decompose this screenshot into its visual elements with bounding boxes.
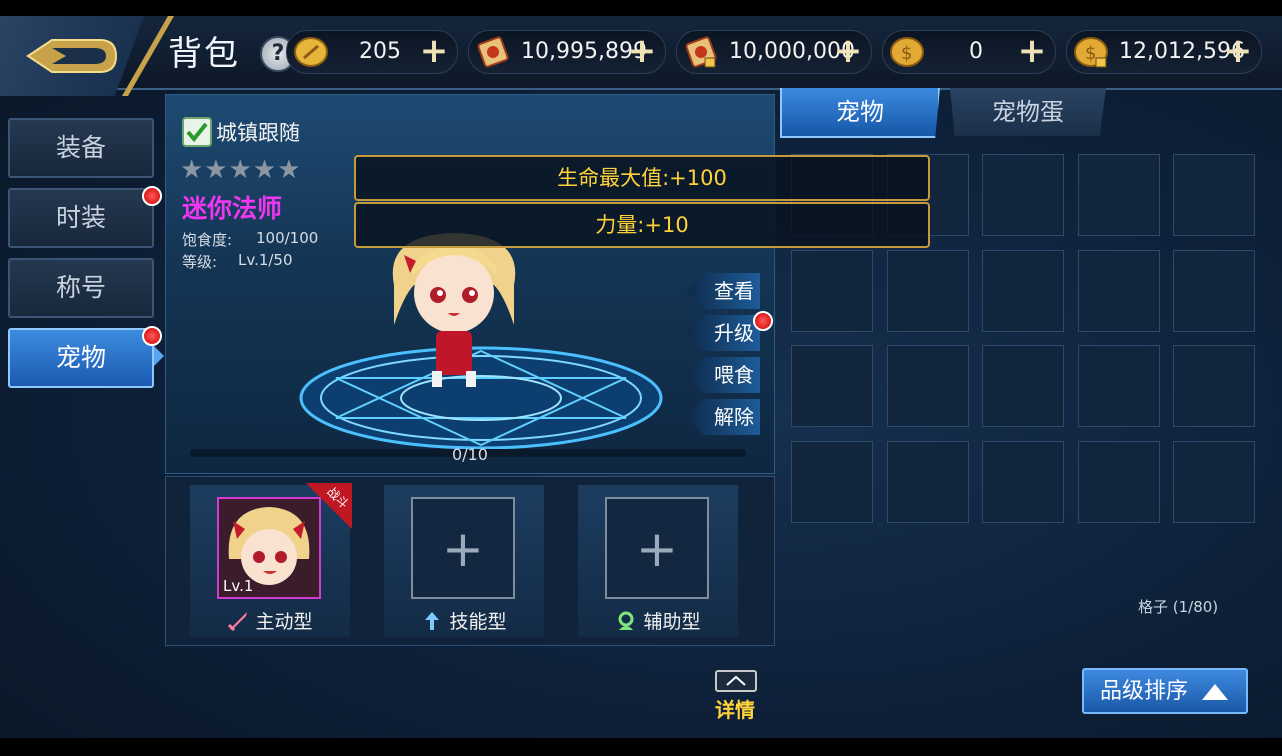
slot-type-label: 主动型 [255, 611, 313, 633]
release-button[interactable]: 解除 [686, 399, 760, 435]
slot-type-label: 技能型 [449, 611, 507, 633]
currency-silver: $ 0 + [882, 30, 1056, 74]
attribute-strength: 力量:+10 [354, 202, 930, 248]
silver-coin-icon: $ [890, 37, 924, 67]
grid-count: 格子 (1/80) [1138, 598, 1219, 616]
currency-gold-value: 205 [359, 39, 401, 64]
sidebar-item-label: 称号 [55, 273, 106, 302]
inventory-slot[interactable] [791, 440, 873, 523]
details-button[interactable]: 详情 [713, 670, 757, 722]
inventory-slot[interactable] [1173, 249, 1255, 332]
inventory-slot[interactable] [982, 154, 1064, 236]
gold-coin-icon [294, 37, 328, 67]
add-locked-scroll-button[interactable]: + [833, 34, 863, 68]
inventory-slot[interactable] [982, 345, 1064, 427]
add-pet-icon: + [442, 520, 484, 578]
pet-slot-level: Lv.1 [223, 577, 254, 595]
svg-text:$: $ [901, 43, 912, 64]
triangle-up-icon [1202, 684, 1228, 700]
check-icon [186, 122, 208, 143]
feed-button[interactable]: 喂食 [686, 357, 760, 393]
level-value: Lv.1/50 [238, 251, 293, 269]
inventory-slot[interactable] [791, 345, 873, 427]
pet-slot-support[interactable]: + 辅助型 [578, 485, 738, 637]
slot-type-support: 辅助型 [578, 607, 738, 634]
inventory-slot[interactable] [1173, 440, 1255, 523]
details-label: 详情 [715, 698, 755, 722]
game-screen: 背包 ? 205 + 10,995,899 + 10,000,000 + $ 0… [0, 16, 1282, 738]
currency-locked-coin: $ 12,012,596 + [1066, 30, 1262, 74]
back-button[interactable] [22, 34, 120, 78]
notification-badge [142, 326, 162, 346]
sort-by-grade-button[interactable]: 品级排序 [1082, 668, 1248, 714]
pet-detail-panel: 城镇跟随 ★★★★★ 迷你法师 饱食度: 100/100 等级: Lv.1/50 [165, 94, 930, 474]
sidebar-item-pet[interactable]: 宠物 [8, 328, 164, 388]
sidebar-item-fashion[interactable]: 时装 [8, 188, 154, 248]
add-gold-button[interactable]: + [419, 34, 449, 68]
inventory-slot[interactable] [791, 249, 873, 332]
currency-scroll: 10,995,899 + [468, 30, 666, 74]
inventory-slot[interactable] [886, 440, 969, 523]
exp-progress-text: 0/10 [452, 445, 488, 464]
view-button[interactable]: 查看 [686, 273, 760, 309]
back-arrow-icon [26, 39, 118, 73]
upgrade-button[interactable]: 升级 [686, 315, 760, 351]
notification-badge [753, 311, 773, 331]
slot-type-skill: 技能型 [384, 607, 544, 634]
town-follow-label: 城镇跟随 [216, 121, 300, 145]
battle-tag-label: 战斗 [324, 484, 352, 512]
sidebar-item-label: 宠物 [55, 343, 106, 372]
inventory-slot[interactable] [1173, 345, 1255, 427]
satiety-label: 饱食度: [182, 231, 233, 249]
skill-arrow-icon [425, 612, 440, 630]
pet-portrait: Lv.1 [217, 497, 321, 599]
locked-coin-icon: $ [1074, 37, 1108, 68]
sidebar-item-title[interactable]: 称号 [8, 258, 154, 318]
sword-icon [228, 612, 248, 632]
pet-star-rating: ★★★★★ [180, 155, 302, 185]
inventory-slot[interactable] [1077, 440, 1160, 523]
currency-locked-scroll: 10,000,000 + [676, 30, 872, 74]
attribute-max-hp: 生命最大值:+100 [354, 155, 930, 201]
locked-scroll-icon [685, 36, 717, 68]
inventory-slot[interactable] [1077, 154, 1160, 236]
pet-slots-panel: Lv.1 战斗 主动型 + 技能型 + 辅助型 [165, 476, 775, 646]
pet-name: 迷你法师 [182, 194, 283, 223]
slot-type-label: 辅助型 [643, 611, 701, 633]
currency-silver-value: 0 [969, 39, 983, 64]
notification-badge [142, 186, 162, 206]
inventory-slot[interactable] [982, 249, 1064, 332]
empty-slot-frame: + [605, 497, 709, 599]
add-scroll-button[interactable]: + [627, 34, 657, 68]
svg-text:$: $ [1085, 43, 1096, 64]
inventory-slot[interactable] [982, 440, 1064, 523]
scroll-ticket-icon [477, 36, 509, 68]
top-bar: 背包 ? 205 + 10,995,899 + 10,000,000 + $ 0… [0, 16, 1282, 96]
add-pet-icon: + [636, 520, 678, 578]
tab-pet-egg[interactable]: 宠物蛋 [950, 88, 1106, 136]
town-follow-checkbox[interactable] [182, 117, 212, 147]
currency-gold: 205 + [286, 30, 458, 74]
chevron-up-icon [715, 670, 757, 692]
empty-slot-frame: + [411, 497, 515, 599]
inventory-slot[interactable] [886, 345, 969, 427]
add-silver-button[interactable]: + [1017, 34, 1047, 68]
pet-slot-skill[interactable]: + 技能型 [384, 485, 544, 637]
level-label: 等级: [182, 253, 218, 271]
inventory-slot[interactable] [1173, 154, 1255, 236]
sidebar-item-label: 时装 [55, 203, 106, 232]
support-icon [618, 611, 634, 630]
pet-slot-active[interactable]: Lv.1 战斗 主动型 [190, 483, 352, 637]
page-title: 背包 [168, 34, 240, 74]
inventory-slot[interactable] [1077, 249, 1160, 332]
sidebar-item-equipment[interactable]: 装备 [8, 118, 154, 178]
inventory-slot[interactable] [1077, 345, 1160, 427]
inventory-slot[interactable] [886, 249, 969, 332]
satiety-value: 100/100 [256, 229, 319, 247]
sidebar-item-label: 装备 [55, 133, 106, 162]
add-locked-coin-button[interactable]: + [1223, 34, 1253, 68]
slot-type-active: 主动型 [190, 607, 350, 634]
sort-button-label: 品级排序 [1100, 679, 1189, 704]
tab-pet[interactable]: 宠物 [780, 88, 940, 138]
